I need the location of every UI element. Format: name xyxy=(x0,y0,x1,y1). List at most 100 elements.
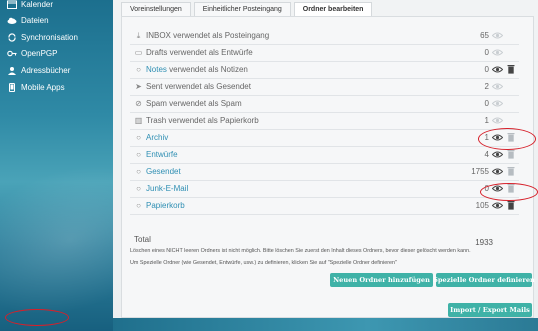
eye-icon[interactable] xyxy=(492,65,503,74)
folder-panel: ⤓ INBOX verwendet als Posteingang 65 ▭ Draft… xyxy=(121,16,535,318)
folder-usage-text: verwendet als Entwürfe xyxy=(167,48,253,57)
annotation-circle-junk xyxy=(480,183,538,201)
sidebar-item-adressbuecher[interactable]: Adressbücher xyxy=(6,63,70,78)
trash-icon[interactable] xyxy=(507,200,515,210)
folder-usage-text: verwendet als Notizen xyxy=(166,65,248,74)
sidebar-item-openpgp[interactable]: OpenPGP xyxy=(6,46,57,61)
import-export-button[interactable]: Import / Export Mails xyxy=(448,303,532,317)
folder-count: 105 xyxy=(475,201,489,210)
cloud-icon xyxy=(6,16,17,26)
total-label: Total xyxy=(134,235,151,244)
trash-icon[interactable] xyxy=(507,149,515,159)
mobile-icon xyxy=(6,83,17,93)
folder-count: 0 xyxy=(484,99,489,108)
sidebar: Kalender Dateien Synchronisation OpenPGP… xyxy=(0,0,113,331)
folder-row: ▭ Drafts verwendet als Entwürfe 0 xyxy=(130,44,519,62)
folder-count: 0 xyxy=(484,65,489,74)
sidebar-item-synchronisation[interactable]: Synchronisation xyxy=(6,30,78,45)
folder-name-text[interactable]: Junk-E-Mail xyxy=(146,184,188,193)
eye-icon[interactable] xyxy=(492,48,503,57)
folder-name: Notes verwendet als Notizen xyxy=(146,65,248,74)
folder-name-text: Trash xyxy=(146,116,167,125)
folder-name-text[interactable]: Notes xyxy=(146,65,167,74)
folder-usage-text: verwendet als Papierkorb xyxy=(166,116,259,125)
eye-icon[interactable] xyxy=(492,150,503,159)
folder-icon: ○ xyxy=(136,150,141,159)
sidebar-item-label: Dateien xyxy=(21,16,49,25)
folder-name: Trash verwendet als Papierkorb xyxy=(146,116,259,125)
special-folders-button[interactable]: Spezielle Ordner definieren xyxy=(433,273,535,287)
total-row: Total 1933 xyxy=(134,235,519,247)
folder-usage-text: verwendet als Gesendet xyxy=(162,82,251,91)
folder-name: Drafts verwendet als Entwürfe xyxy=(146,48,253,57)
folder-row: ○ Junk-E-Mail 0 xyxy=(130,180,519,198)
tab-voreinstellungen[interactable]: Voreinstellungen xyxy=(121,2,191,16)
folder-count: 2 xyxy=(484,82,489,91)
folder-name: Papierkorb xyxy=(146,201,185,210)
eye-icon[interactable] xyxy=(492,82,503,91)
eye-icon[interactable] xyxy=(492,99,503,108)
folder-name-text: Drafts xyxy=(146,48,168,57)
folder-row: ○ Archiv 1 xyxy=(130,129,519,147)
contacts-icon xyxy=(6,66,17,76)
folder-icon: ○ xyxy=(136,65,141,74)
sidebar-item-label: Synchronisation xyxy=(21,33,78,42)
eye-icon[interactable] xyxy=(492,116,503,125)
tab-bar: Voreinstellungen Einheitlicher Posteinga… xyxy=(121,2,375,16)
main-content: Voreinstellungen Einheitlicher Posteinga… xyxy=(113,0,538,331)
sidebar-item-label: Adressbücher xyxy=(21,66,71,75)
folder-icon: ○ xyxy=(136,201,141,210)
folder-row: ○ Entwürfe 4 xyxy=(130,146,519,164)
folder-name-text[interactable]: Entwürfe xyxy=(146,150,178,159)
folder-count: 65 xyxy=(480,31,489,40)
folder-name: Entwürfe xyxy=(146,150,178,159)
folder-name: Spam verwendet als Spam xyxy=(146,99,242,108)
trash-icon[interactable] xyxy=(507,166,515,176)
folder-name-text[interactable]: Gesendet xyxy=(146,167,181,176)
folder-name-text: Sent xyxy=(146,82,163,91)
folder-icon: ○ xyxy=(136,167,141,176)
sidebar-item-mobile-apps[interactable]: Mobile Apps xyxy=(6,80,65,95)
bottom-strip xyxy=(113,318,538,331)
tab-einheitlicher-posteingang[interactable]: Einheitlicher Posteingang xyxy=(193,2,291,16)
new-folder-button[interactable]: Neuen Ordner hinzufügen xyxy=(330,273,433,287)
folder-name: Gesendet xyxy=(146,167,181,176)
eye-icon[interactable] xyxy=(492,31,503,40)
eye-icon[interactable] xyxy=(492,201,503,210)
draft-icon: ▭ xyxy=(134,48,143,57)
special-folder-note: Um Spezielle Ordner (wie Gesendet, Entwü… xyxy=(130,260,397,266)
key-icon xyxy=(6,49,17,59)
folder-row: ○ Papierkorb 105 xyxy=(130,197,519,215)
sidebar-item-label: Kalender xyxy=(21,0,54,9)
sidebar-item-kalender[interactable]: Kalender xyxy=(6,0,53,12)
eye-icon[interactable] xyxy=(492,167,503,176)
folder-row: ○ Gesendet 1755 xyxy=(130,163,519,181)
folder-row: ▥ Trash verwendet als Papierkorb 1 xyxy=(130,112,519,130)
sync-icon xyxy=(6,33,17,43)
sidebar-item-dateien[interactable]: Dateien xyxy=(6,13,49,28)
annotation-circle-archiv xyxy=(478,128,536,150)
folder-name: Archiv xyxy=(146,133,168,142)
calendar-icon xyxy=(6,0,17,10)
annotation-circle-sidebar xyxy=(5,309,69,326)
folder-usage-text: verwendet als Posteingang xyxy=(170,31,270,40)
folder-count: 1755 xyxy=(471,167,489,176)
folder-count: 0 xyxy=(484,48,489,57)
folder-icon: ○ xyxy=(136,184,141,193)
folder-name-text: Spam xyxy=(146,99,167,108)
folder-name-text[interactable]: Papierkorb xyxy=(146,201,185,210)
total-value: 1933 xyxy=(475,238,493,247)
sidebar-item-label: Mobile Apps xyxy=(21,83,65,92)
folder-name: Junk-E-Mail xyxy=(146,184,188,193)
trash-folder-icon: ▥ xyxy=(134,116,143,125)
folder-count: 4 xyxy=(484,150,489,159)
trash-icon[interactable] xyxy=(507,64,515,74)
sidebar-item-label: OpenPGP xyxy=(21,49,58,58)
download-icon: ⤓ xyxy=(136,31,141,40)
send-icon: ➤ xyxy=(135,82,142,91)
folder-name-text[interactable]: Archiv xyxy=(146,133,168,142)
folder-name-text: INBOX xyxy=(146,31,171,40)
folder-name: Sent verwendet als Gesendet xyxy=(146,82,251,91)
tab-ordner-bearbeiten[interactable]: Ordner bearbeiten xyxy=(293,2,373,16)
folder-row: ⤓ INBOX verwendet als Posteingang 65 xyxy=(130,27,519,45)
